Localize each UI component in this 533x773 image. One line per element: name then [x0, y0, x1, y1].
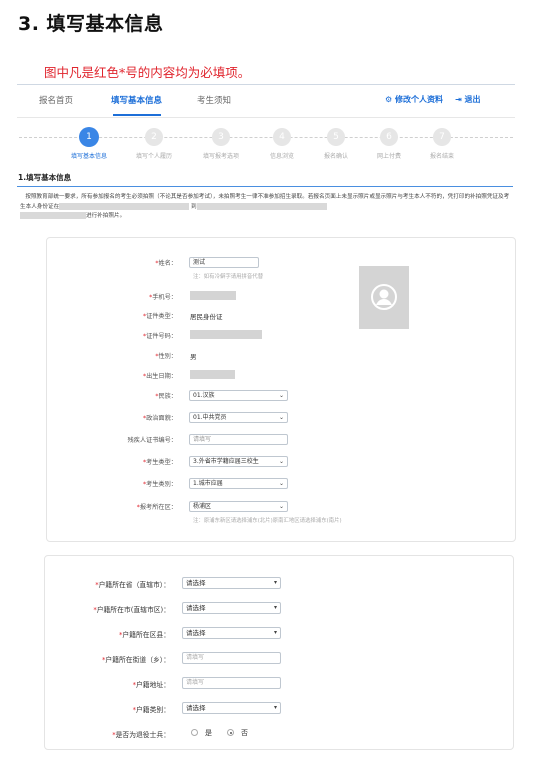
step-1-label: 填写基本信息: [70, 153, 108, 160]
county-select[interactable]: 请选择 ▾: [182, 627, 281, 639]
street-label: *户籍所在街道（乡）：: [102, 656, 170, 664]
top-navbar: 报名首页 填写基本信息 考生须知 ⚙ 修改个人资料 ⇥ 退出: [17, 84, 515, 118]
chevron-down-icon: ⌄: [278, 503, 284, 510]
province-label: *户籍所在省（直辖市）：: [95, 581, 170, 589]
redacted-address-cont: [20, 212, 86, 220]
name-input[interactable]: 测试: [189, 257, 259, 268]
step-4: 4: [273, 128, 291, 146]
chevron-down-icon: ▾: [273, 629, 277, 636]
step-3: 3: [212, 128, 230, 146]
gear-icon: ⚙: [385, 95, 393, 104]
page-title: 3. 填写基本信息: [18, 13, 164, 35]
birth-label: *出生日期：: [142, 373, 177, 380]
user-icon: [371, 284, 397, 310]
idnum-label: *证件号码：: [142, 333, 177, 340]
step-1: 1: [79, 127, 99, 147]
idnum-redacted: [190, 330, 262, 339]
step-2: 2: [145, 128, 163, 146]
province-select[interactable]: 请选择 ▾: [182, 577, 281, 589]
required-note: 图中凡是红色*号的内容均为必填项。: [44, 65, 251, 80]
nav-home[interactable]: 报名首页: [39, 94, 73, 106]
redacted-address: [196, 202, 327, 210]
veteran-yes-label: 是: [205, 729, 212, 737]
chevron-down-icon: ⌄: [278, 414, 284, 421]
phone-redacted: [190, 291, 236, 300]
county-label: *户籍所在区县：: [119, 631, 170, 639]
hukou-type-select[interactable]: 请选择 ▾: [182, 702, 281, 714]
hukou-type-label: *户籍类别：: [132, 706, 170, 714]
nav-basic-info[interactable]: 填写基本信息: [111, 94, 162, 106]
chevron-down-icon: ▾: [273, 604, 277, 611]
disability-label: 残疾人证书编号：: [127, 437, 178, 444]
veteran-yes-radio[interactable]: [191, 729, 198, 736]
photo-instructions: 按照教育部统一要求，所有参加报名的考生必须拍照（不论其是否参加考试），未拍照考生…: [20, 194, 510, 220]
name-hint: 注：如有冷僻字请用拼音代替: [193, 274, 264, 280]
category-select[interactable]: 1.城市应届 ⌄: [189, 478, 288, 489]
nation-select[interactable]: 01.汉族 ⌄: [189, 390, 288, 401]
redacted-location: [59, 202, 190, 210]
logout-link[interactable]: ⇥ 退出: [455, 94, 481, 105]
category-label: *考生类别：: [142, 481, 177, 488]
nav-notice[interactable]: 考生须知: [197, 94, 231, 106]
step-7-label: 报名结束: [429, 153, 455, 160]
step-2-label: 填写个人履历: [135, 153, 173, 160]
step-6: 6: [380, 128, 398, 146]
district-label: *报考所在区：: [136, 504, 177, 511]
step-7: 7: [433, 128, 451, 146]
veteran-no-label: 否: [241, 729, 248, 737]
step-3-label: 填写报考选项: [202, 153, 240, 160]
district-hint: 注：原浦东新区请选择浦东(北片)原南汇地区请选择浦东(南片): [193, 518, 342, 524]
step-5: 5: [327, 128, 345, 146]
step-5-label: 报名确认: [323, 153, 349, 160]
city-select[interactable]: 请选择 ▾: [182, 602, 281, 614]
gender-label: *性别：: [155, 353, 177, 360]
veteran-label: *是否为退役士兵：: [112, 731, 170, 739]
district-select[interactable]: 杨浦区 ⌄: [189, 501, 288, 512]
examtype-select[interactable]: 3.外省市学籍应届三校生 ⌄: [189, 456, 288, 467]
modify-profile-link[interactable]: ⚙ 修改个人资料: [385, 94, 443, 105]
address-input[interactable]: 请填写: [182, 677, 281, 689]
disability-input[interactable]: 请填写: [189, 434, 288, 445]
chevron-down-icon: ⌄: [278, 392, 284, 399]
idtype-label: *证件类型：: [142, 313, 177, 320]
street-input[interactable]: 请填写: [182, 652, 281, 664]
political-select[interactable]: 01.中共党员 ⌄: [189, 412, 288, 423]
step-4-label: 信息浏览: [269, 153, 295, 160]
photo-placeholder: [359, 266, 409, 329]
phone-label: *手机号：: [149, 294, 177, 301]
chevron-down-icon: ⌄: [278, 458, 284, 465]
birth-redacted: [190, 370, 235, 379]
city-label: *户籍所在市(直辖市区)：: [93, 606, 170, 614]
political-label: *政治面貌：: [142, 415, 177, 422]
chevron-down-icon: ⌄: [278, 480, 284, 487]
nav-active-underline: [113, 114, 161, 116]
section-title: 1.填写基本信息: [18, 173, 72, 182]
chevron-down-icon: ▾: [273, 579, 277, 586]
name-label: *姓名：: [155, 260, 177, 267]
logout-icon: ⇥: [455, 95, 462, 104]
section-header: 1.填写基本信息: [17, 170, 513, 187]
nation-label: *民族：: [155, 393, 177, 400]
examtype-label: *考生类型：: [142, 459, 177, 466]
idtype-value: 居民身份证: [190, 313, 223, 321]
chevron-down-icon: ▾: [273, 704, 277, 711]
step-6-label: 网上付费: [376, 153, 402, 160]
veteran-no-radio[interactable]: [227, 729, 234, 736]
gender-value: 男: [190, 353, 197, 361]
address-label: *户籍地址：: [132, 681, 170, 689]
